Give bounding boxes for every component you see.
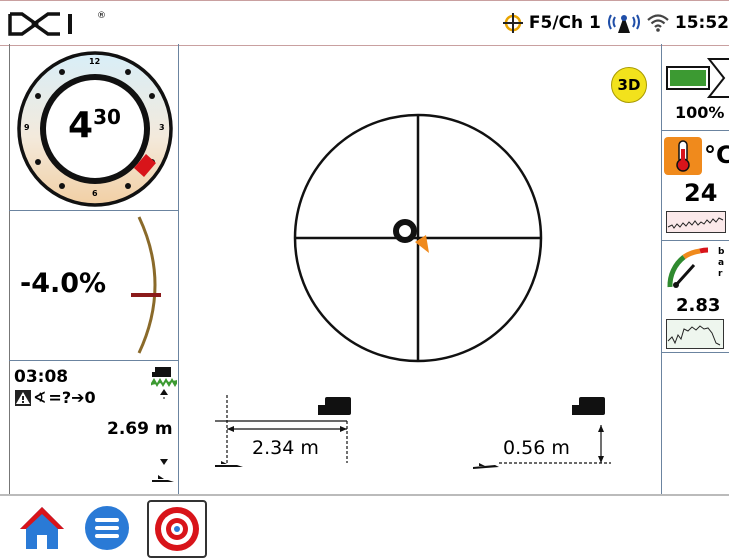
- pressure-value: 2.83: [676, 295, 721, 316]
- dial-label-3: 3: [159, 123, 165, 132]
- locate-view[interactable]: 3D 2.34 m 0.56 m: [179, 45, 661, 494]
- clock-time: 15:52: [674, 13, 729, 33]
- horizontal-distance-value: 2.34 m: [252, 437, 319, 459]
- pressure-unit-b: b: [718, 247, 725, 257]
- roll-clock-gauge[interactable]: 12 3 6 9 4 30: [16, 50, 174, 208]
- pitch-value: -4.0%: [20, 268, 107, 299]
- roll-value: 4 30: [68, 106, 121, 146]
- wifi-icon: [647, 14, 669, 32]
- battery-icon: [666, 58, 729, 98]
- pitch-arc-graphic: [131, 216, 161, 354]
- drill-head-icon: [152, 475, 174, 482]
- pressure-panel[interactable]: b a r 2.83: [662, 241, 729, 352]
- target-button[interactable]: [147, 500, 207, 558]
- elapsed-time: 03:08: [14, 367, 69, 387]
- logo-registered-mark: ®: [97, 11, 106, 21]
- temperature-unit: °C: [704, 141, 729, 169]
- dci-logo-icon: [8, 12, 72, 36]
- thermometer-icon: [664, 137, 702, 175]
- home-icon: [20, 507, 64, 549]
- dial-label-12: 12: [89, 57, 101, 66]
- pitch-indicator[interactable]: -4.0%: [10, 211, 178, 360]
- menu-button[interactable]: [84, 505, 130, 551]
- pressure-unit-a: a: [718, 258, 725, 268]
- pressure-graph-icon: [666, 319, 724, 349]
- angle-symbol-icon: ∢: [33, 388, 47, 407]
- vertical-distance-value: 0.56 m: [503, 437, 570, 459]
- antenna-icon: [607, 14, 640, 33]
- dial-label-9: 9: [24, 123, 30, 132]
- pressure-gauge-icon: [667, 247, 709, 288]
- dci-logo: ®: [8, 11, 106, 37]
- temperature-panel[interactable]: °C 24: [662, 131, 729, 240]
- warning-row: ∢ =?➔0: [15, 388, 96, 407]
- status-area: F5/Ch 1 15:52: [502, 1, 729, 45]
- thermometer-graphic: [676, 140, 690, 172]
- frequency-channel-label: F5/Ch 1: [528, 13, 601, 33]
- temperature-value: 24: [684, 179, 718, 207]
- battery-panel[interactable]: 100%: [662, 45, 729, 130]
- roll-hour: 4: [68, 105, 94, 146]
- top-status-bar: ® F5/Ch 1 15:52: [0, 0, 729, 46]
- warning-text: =?➔0: [48, 388, 96, 407]
- pressure-unit-r: r: [718, 269, 723, 279]
- home-button[interactable]: [18, 505, 66, 551]
- right-divider-3: [661, 352, 729, 353]
- bottom-nav-bar: [0, 494, 729, 559]
- dial-label-6: 6: [92, 189, 98, 198]
- menu-icon: [85, 506, 129, 550]
- battery-percent: 100%: [675, 103, 725, 122]
- crosshair-icon: [502, 13, 523, 33]
- locator-icon-right: [572, 397, 605, 415]
- pressure-unit: b a r: [718, 247, 724, 280]
- target-icon: [155, 507, 199, 551]
- warning-icon: [15, 389, 31, 406]
- depth-panel[interactable]: 03:08 ∢ =?➔0 2.69 m: [10, 361, 178, 493]
- roll-minute: 30: [93, 105, 121, 129]
- temperature-graph-icon: [666, 211, 726, 233]
- locator-icon-left: [318, 397, 351, 415]
